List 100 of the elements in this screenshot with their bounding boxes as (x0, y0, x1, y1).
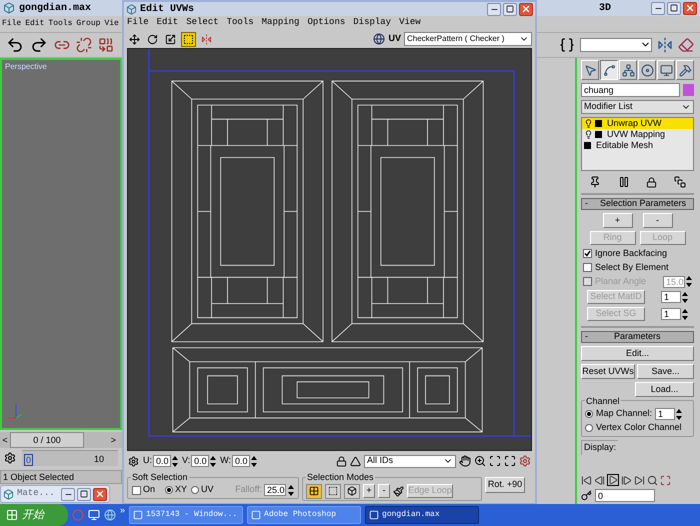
globe-icon[interactable] (373, 33, 386, 45)
spinner-arrows-icon[interactable] (288, 484, 294, 496)
modifier-list-dropdown[interactable]: Modifier List (581, 100, 694, 114)
radio-button[interactable] (191, 486, 200, 494)
mirror-icon[interactable] (657, 37, 673, 53)
selection-mode-button[interactable] (344, 484, 360, 498)
start-button[interactable]: 开始 (0, 504, 68, 526)
selection-mode-button[interactable] (306, 484, 322, 498)
lock-icon[interactable] (646, 176, 658, 188)
menu-item[interactable]: Tools (226, 16, 254, 30)
zoom-icon[interactable] (474, 455, 486, 467)
object-name-field[interactable]: chuang (581, 83, 680, 97)
paint-icon[interactable] (393, 486, 404, 496)
radio-button[interactable] (585, 410, 593, 418)
bind-icon[interactable] (98, 37, 114, 53)
close-button[interactable] (683, 2, 697, 14)
checkbox[interactable] (583, 263, 592, 272)
quick-launch-icon[interactable] (88, 509, 100, 521)
zoom-icon[interactable] (647, 474, 658, 486)
grow-button[interactable]: + (602, 213, 632, 228)
go-to-start-icon[interactable] (581, 474, 592, 486)
stack-item[interactable]: UVW Mapping (582, 129, 693, 140)
rollout-header[interactable]: - Selection Parameters (581, 198, 694, 210)
spinner-arrows-icon[interactable] (682, 308, 688, 320)
spinner-arrows-icon[interactable] (676, 408, 682, 420)
dropdown[interactable] (580, 38, 652, 52)
menu-item[interactable]: Select (186, 16, 219, 30)
object-color-swatch[interactable] (683, 84, 694, 96)
stack-item[interactable]: Unwrap UVW (582, 118, 693, 129)
panel-tab[interactable] (600, 60, 618, 80)
number-field[interactable]: 0.0 (191, 455, 210, 467)
checkbox[interactable] (583, 249, 592, 258)
overflow-button[interactable]: » (120, 504, 126, 518)
track-bar-icon[interactable] (4, 452, 16, 464)
save-button[interactable]: Save... (637, 364, 694, 379)
maximize-button[interactable] (667, 2, 681, 14)
menu-item[interactable]: Mapping (262, 16, 300, 30)
taskbar-button[interactable]: 1537143 - Window... (129, 506, 244, 524)
maximize-button[interactable] (503, 2, 517, 16)
edit-button[interactable]: Edit... (581, 346, 694, 361)
load-button[interactable]: Load... (635, 382, 694, 397)
close-button[interactable] (93, 488, 107, 500)
spinner-arrows-icon[interactable] (686, 276, 692, 287)
previous-frame-icon[interactable] (594, 474, 605, 486)
minimize-button[interactable] (651, 2, 665, 14)
pan-icon[interactable] (459, 455, 471, 467)
tool-button[interactable] (127, 32, 142, 46)
grow-button[interactable]: - (378, 484, 390, 498)
configure-icon[interactable] (674, 176, 686, 188)
spinner-arrows-icon[interactable] (682, 292, 688, 302)
number-field[interactable]: 0.0 (153, 455, 171, 467)
minimized-window[interactable]: Mate... (0, 485, 110, 503)
key-mode-icon[interactable] (581, 490, 592, 501)
menu-item[interactable]: Edit (156, 16, 178, 30)
minimize-button[interactable] (61, 488, 75, 500)
menu-item[interactable]: File (2, 18, 22, 30)
pin-icon[interactable] (589, 176, 602, 188)
go-to-end-icon[interactable] (634, 474, 645, 486)
spinner-arrows-icon[interactable] (172, 456, 178, 466)
taskbar-button[interactable]: Adobe Photoshop (247, 506, 362, 524)
number-field[interactable]: 0.0 (232, 455, 250, 467)
menu-item[interactable]: Tools (48, 18, 72, 30)
checkbox[interactable] (132, 486, 141, 494)
tool-button[interactable] (181, 32, 196, 46)
collapse-sign[interactable]: - (585, 197, 588, 211)
lock-icon[interactable] (336, 456, 347, 466)
stack-item[interactable]: Editable Mesh (582, 140, 693, 151)
undo-icon[interactable] (6, 36, 24, 54)
menu-item[interactable]: Group (76, 18, 100, 30)
selection-mode-button[interactable] (325, 484, 341, 498)
light-bulb-icon[interactable] (584, 130, 593, 139)
id-filter-dropdown[interactable]: All IDs (364, 454, 456, 468)
zoom-extents-icon[interactable] (504, 455, 516, 467)
frame-field[interactable]: 0 (595, 489, 655, 502)
unlink-icon[interactable] (76, 37, 92, 53)
rollout-header[interactable]: - Parameters (581, 331, 694, 343)
redo-icon[interactable] (30, 36, 48, 54)
menu-item[interactable]: File (127, 16, 149, 30)
triangle-icon[interactable] (350, 456, 361, 466)
number-field[interactable]: 1 (655, 408, 676, 420)
spinner-arrows-icon[interactable] (210, 456, 216, 466)
spinner-arrows-icon[interactable] (251, 456, 258, 466)
grow-button[interactable]: + (363, 484, 375, 498)
grow-button[interactable]: - (642, 213, 672, 228)
maximize-button[interactable] (77, 488, 91, 500)
menu-item[interactable]: View (399, 16, 421, 30)
settings-icon[interactable] (519, 455, 531, 467)
viewport[interactable]: Perspective (0, 58, 122, 430)
radio-button[interactable] (165, 486, 174, 494)
menu-item[interactable]: Vie (104, 18, 119, 30)
close-button[interactable] (519, 2, 533, 16)
pipe-icon[interactable] (618, 176, 630, 188)
collapse-sign[interactable]: - (585, 330, 588, 344)
play-icon[interactable] (608, 475, 618, 485)
track-bar[interactable]: 0 10 (22, 450, 118, 466)
texture-dropdown[interactable]: CheckerPattern ( Checker ) (404, 32, 532, 46)
transform-type-in-icon[interactable] (128, 456, 139, 466)
named-selection-icon[interactable] (559, 37, 575, 53)
radio-button[interactable] (585, 424, 593, 432)
eraser-icon[interactable] (678, 37, 694, 53)
